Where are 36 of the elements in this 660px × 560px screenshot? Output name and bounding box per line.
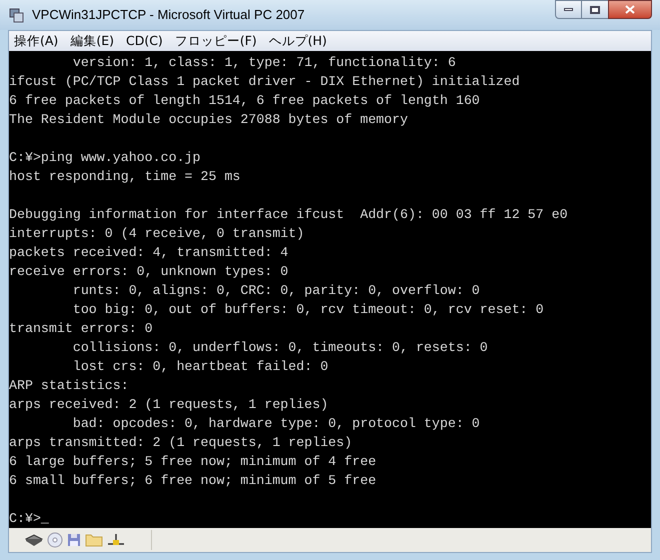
console-line: collisions: 0, underflows: 0, timeouts: 0, resets: 0 bbox=[72, 339, 488, 357]
console-line: 6 small buffers; 6 free now; minimum of 5 free bbox=[9, 472, 376, 490]
console-line: transmit errors: 0 bbox=[9, 320, 153, 338]
console-line: ifcust (PC/TCP Class 1 packet driver - DIX Ethernet) initialized bbox=[9, 73, 520, 91]
console-line: C:¥>ping www.yahoo.co.jp bbox=[9, 149, 201, 167]
console-line: 6 free packets of length 1514, 6 free packets of length 160 bbox=[9, 92, 480, 110]
network-icon bbox=[107, 533, 125, 547]
computer-icon bbox=[8, 7, 24, 23]
console-line: bad: opcodes: 0, hardware type: 0, protocol type: 0 bbox=[72, 415, 480, 433]
window-title: VPCWin31JPCTCP - Microsoft Virtual PC 2007 bbox=[32, 6, 305, 24]
menu-item[interactable]: 編集(E) bbox=[70, 32, 114, 50]
console-line: host responding, time = 25 ms bbox=[9, 168, 240, 186]
close-button[interactable] bbox=[608, 0, 652, 19]
console-line: Debugging information for interface ifcust Addr(6): 00 03 ff 12 57 e0 bbox=[9, 206, 568, 224]
console-line: arps received: 2 (1 requests, 1 replies) bbox=[9, 396, 328, 414]
menu-item[interactable]: ヘルプ(H) bbox=[268, 32, 327, 50]
console-line: arps transmitted: 2 (1 requests, 1 replies) bbox=[9, 434, 352, 452]
console-line: too big: 0, out of buffers: 0, rcv timeout: 0, rcv reset: 0 bbox=[72, 301, 544, 319]
console-line: ARP statistics: bbox=[9, 377, 129, 395]
menu-item[interactable]: 操作(A) bbox=[14, 32, 58, 50]
cd-icon bbox=[47, 532, 63, 548]
console-line: lost crs: 0, heartbeat failed: 0 bbox=[72, 358, 328, 376]
menu-item[interactable]: CD(C) bbox=[126, 32, 163, 50]
console-line: The Resident Module occupies 27088 bytes of memory bbox=[9, 111, 408, 129]
folder-icon bbox=[85, 533, 103, 547]
console-line: runts: 0, aligns: 0, CRC: 0, parity: 0, overflow: 0 bbox=[72, 282, 480, 300]
console-line: version: 1, class: 1, type: 71, functionality: 6 bbox=[72, 54, 456, 72]
console-line: receive errors: 0, unknown types: 0 bbox=[9, 263, 288, 281]
console-line: C:¥>_ bbox=[9, 510, 49, 528]
menu-item[interactable]: フロッピー(F) bbox=[174, 32, 257, 50]
close-icon bbox=[625, 5, 635, 14]
minimize-button[interactable] bbox=[555, 0, 582, 19]
console-line: interrupts: 0 (4 receive, 0 transmit) bbox=[9, 225, 304, 243]
console-line: 6 large buffers; 5 free now; minimum of 4 free bbox=[9, 453, 376, 471]
maximize-button[interactable] bbox=[582, 0, 608, 19]
console-line: packets received: 4, transmitted: 4 bbox=[9, 244, 288, 262]
